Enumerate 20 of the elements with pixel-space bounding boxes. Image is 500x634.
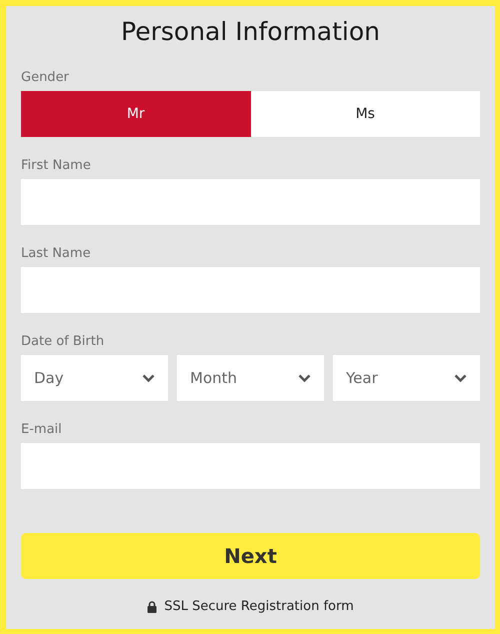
input-field[interactable] xyxy=(21,179,480,225)
field-label: First Name xyxy=(21,158,92,174)
chevron-down-icon xyxy=(454,374,467,382)
gender-option[interactable]: Ms xyxy=(250,91,480,137)
chevron-down-icon xyxy=(298,374,311,382)
field-label: Last Name xyxy=(21,246,92,262)
input-field[interactable] xyxy=(21,443,480,489)
field-label: Gender xyxy=(21,70,70,86)
field-label: Date of Birth xyxy=(21,334,106,350)
next-button[interactable]: Next xyxy=(21,533,480,579)
dropdown[interactable]: Year xyxy=(333,355,480,401)
form-title: Personal Information xyxy=(120,17,381,47)
dropdown[interactable]: Day xyxy=(21,355,168,401)
dropdown[interactable]: Month xyxy=(177,355,324,401)
field-label: E-mail xyxy=(21,422,63,438)
gender-option[interactable]: Mr xyxy=(21,91,250,137)
lock-icon xyxy=(147,600,158,612)
security-note: SSL Secure Registration form xyxy=(164,599,354,614)
chevron-down-icon xyxy=(142,374,155,382)
input-field[interactable] xyxy=(21,267,480,313)
